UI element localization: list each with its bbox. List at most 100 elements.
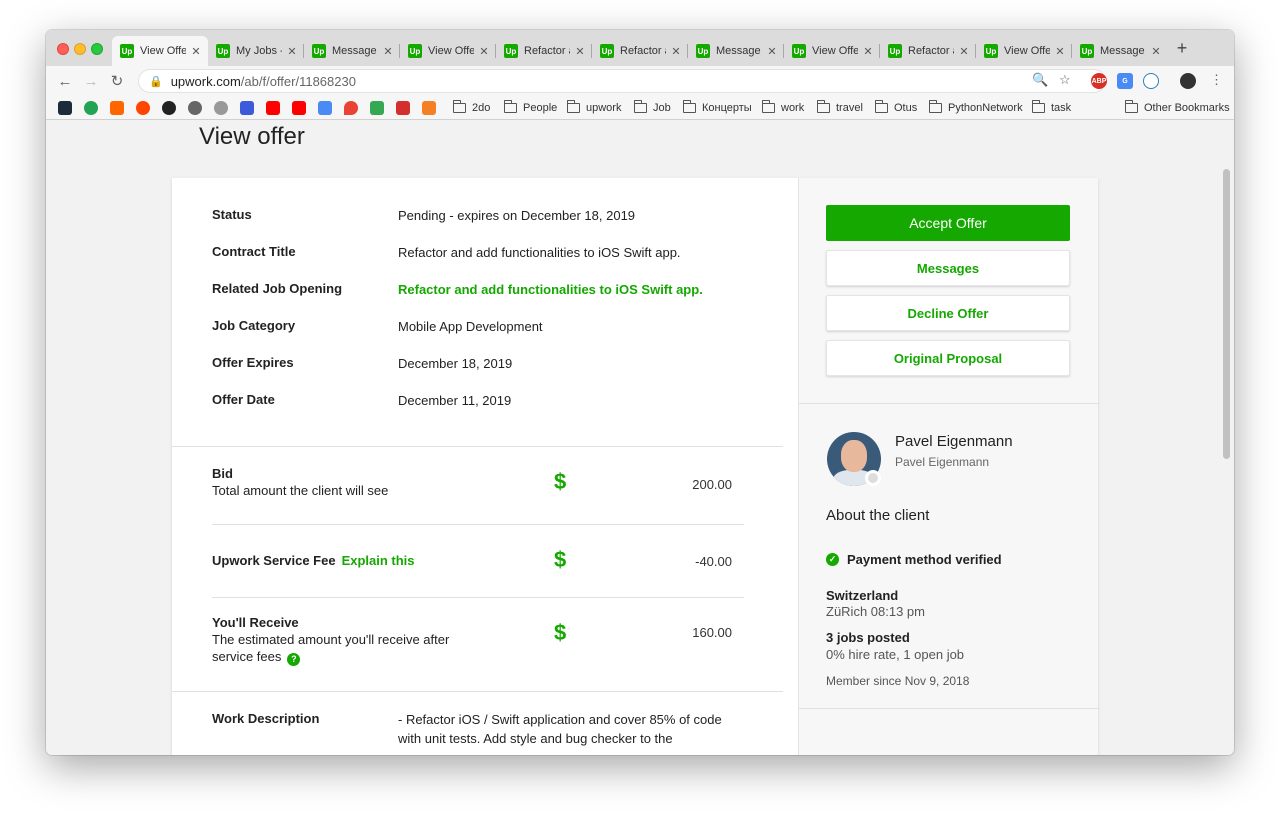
tab-view-offer[interactable]: Up View Offe ✕ xyxy=(112,36,208,66)
zoom-window-button[interactable] xyxy=(91,43,103,55)
profile-avatar-icon[interactable] xyxy=(1180,73,1196,89)
bookmark-trello-icon[interactable] xyxy=(58,101,72,115)
bookmark-folder[interactable]: Otus xyxy=(875,100,917,116)
bookmark-translate-icon[interactable] xyxy=(318,101,332,115)
page-title: View offer xyxy=(199,123,305,150)
bookmark-folder[interactable]: travel xyxy=(817,100,863,116)
about-client-heading: About the client xyxy=(826,507,930,524)
receive-subtitle: The estimated amount you'll receive afte… xyxy=(212,632,450,666)
upwork-favicon-icon: Up xyxy=(312,44,326,58)
client-city-time: ZüRich 08:13 pm xyxy=(826,604,925,619)
upwork-favicon-icon: Up xyxy=(984,44,998,58)
bookmark-maps-icon[interactable] xyxy=(370,101,384,115)
tab-refactor[interactable]: Up Refactor a ✕ xyxy=(496,36,592,66)
bookmark-youtube-icon[interactable] xyxy=(292,101,306,115)
bookmark-cart-icon[interactable] xyxy=(240,101,254,115)
work-description-text: - Refactor iOS / Swift application and c… xyxy=(398,712,722,746)
tab-messages[interactable]: Up Message ✕ xyxy=(688,36,784,66)
bookmark-folder[interactable]: task xyxy=(1032,100,1071,116)
tab-close-icon[interactable]: ✕ xyxy=(286,45,298,58)
menu-dots-icon[interactable]: ⋮ xyxy=(1210,72,1223,88)
client-name[interactable]: Pavel Eigenmann xyxy=(895,433,1013,450)
bookmark-feedly-icon[interactable] xyxy=(84,101,98,115)
bookmark-folder[interactable]: upwork xyxy=(567,100,621,116)
bookmark-hackernews-icon[interactable] xyxy=(110,101,124,115)
bookmark-folder[interactable]: Job xyxy=(634,100,671,116)
upwork-favicon-icon: Up xyxy=(888,44,902,58)
tab-refactor[interactable]: Up Refactor a ✕ xyxy=(592,36,688,66)
bookmark-maps-pin-icon[interactable] xyxy=(344,101,358,115)
tab-view-offer[interactable]: Up View Offe ✕ xyxy=(400,36,496,66)
accept-offer-button[interactable]: Accept Offer xyxy=(826,205,1070,241)
client-hire-rate: 0% hire rate, 1 open job xyxy=(826,647,965,662)
new-tab-button[interactable]: + xyxy=(1174,39,1190,57)
upwork-favicon-icon: Up xyxy=(216,44,230,58)
tab-close-icon[interactable]: ✕ xyxy=(862,45,874,58)
tab-close-icon[interactable]: ✕ xyxy=(190,45,202,58)
help-question-icon[interactable]: ? xyxy=(287,653,301,666)
section-divider xyxy=(172,446,783,447)
tab-close-icon[interactable]: ✕ xyxy=(670,45,682,58)
back-arrow-icon[interactable]: ← xyxy=(54,70,76,92)
bookmark-z-icon[interactable] xyxy=(396,101,410,115)
folder-icon xyxy=(875,100,888,113)
bookmark-star-icon[interactable]: ☆ xyxy=(1059,72,1071,88)
bookmark-globe-icon[interactable] xyxy=(188,101,202,115)
tab-close-icon[interactable]: ✕ xyxy=(1054,45,1066,58)
tab-messages[interactable]: Up Message ✕ xyxy=(1072,36,1168,66)
bookmark-folder[interactable]: Концерты xyxy=(683,100,752,116)
bid-amount: 200.00 xyxy=(692,477,732,492)
bookmark-github-icon[interactable] xyxy=(162,101,176,115)
minimize-window-button[interactable] xyxy=(74,43,86,55)
tab-close-icon[interactable]: ✕ xyxy=(766,45,778,58)
bookmark-apple-icon[interactable] xyxy=(214,101,228,115)
tab-close-icon[interactable]: ✕ xyxy=(478,45,490,58)
tab-messages[interactable]: Up Message ✕ xyxy=(304,36,400,66)
reload-icon[interactable]: ↻ xyxy=(106,70,128,92)
bookmark-youtube-icon[interactable] xyxy=(266,101,280,115)
tab-my-jobs[interactable]: Up My Jobs - ✕ xyxy=(208,36,304,66)
forward-arrow-icon[interactable]: → xyxy=(80,70,102,92)
page-scrollbar[interactable] xyxy=(1223,169,1230,459)
decline-offer-button[interactable]: Decline Offer xyxy=(826,295,1070,331)
bookmark-reddit-icon[interactable] xyxy=(136,101,150,115)
client-country: Switzerland xyxy=(826,588,899,603)
adblock-plus-icon[interactable]: ABP xyxy=(1091,73,1107,89)
upwork-favicon-icon: Up xyxy=(408,44,422,58)
folder-icon xyxy=(453,100,466,113)
tab-strip: Up View Offe ✕ Up My Jobs - ✕ Up Message… xyxy=(46,30,1234,66)
tab-close-icon[interactable]: ✕ xyxy=(382,45,394,58)
close-window-button[interactable] xyxy=(57,43,69,55)
translate-icon[interactable]: G xyxy=(1117,73,1133,89)
bookmark-folder[interactable]: work xyxy=(762,100,804,116)
work-description-label: Work Description xyxy=(212,711,320,726)
bookmark-folder[interactable]: PythonNetwork xyxy=(929,100,1023,116)
bookmark-folder[interactable]: 2do xyxy=(453,100,490,116)
original-proposal-button[interactable]: Original Proposal xyxy=(826,340,1070,376)
tab-label: View Offe xyxy=(140,45,186,57)
tab-label: View Offe xyxy=(1004,45,1050,57)
explain-this-link[interactable]: Explain this xyxy=(342,553,415,568)
tab-close-icon[interactable]: ✕ xyxy=(1150,45,1162,58)
tab-label: View Offe xyxy=(812,45,858,57)
tab-label: View Offe xyxy=(428,45,474,57)
zoom-icon[interactable]: 🔍 xyxy=(1032,72,1048,88)
tab-view-offer[interactable]: Up View Offe ✕ xyxy=(784,36,880,66)
folder-icon xyxy=(504,100,517,113)
tab-label: Refactor a xyxy=(524,45,570,57)
bookmark-stackoverflow-icon[interactable] xyxy=(422,101,436,115)
receive-title: You'll Receive xyxy=(212,615,299,630)
other-bookmarks-folder[interactable]: Other Bookmarks xyxy=(1125,100,1230,116)
address-bar[interactable]: 🔒 upwork.com/ab/f/offer/11868230 xyxy=(138,69,1106,93)
related-job-link[interactable]: Refactor and add functionalities to iOS … xyxy=(398,282,778,297)
messages-button[interactable]: Messages xyxy=(826,250,1070,286)
tab-refactor[interactable]: Up Refactor a ✕ xyxy=(880,36,976,66)
bookmark-folder[interactable]: People xyxy=(504,100,557,116)
extension-icon[interactable] xyxy=(1143,73,1159,89)
tab-close-icon[interactable]: ✕ xyxy=(574,45,586,58)
section-divider xyxy=(799,403,1099,404)
tab-close-icon[interactable]: ✕ xyxy=(958,45,970,58)
tab-label: Refactor a xyxy=(908,45,954,57)
tab-view-offer[interactable]: Up View Offe ✕ xyxy=(976,36,1072,66)
folder-icon xyxy=(634,100,647,113)
